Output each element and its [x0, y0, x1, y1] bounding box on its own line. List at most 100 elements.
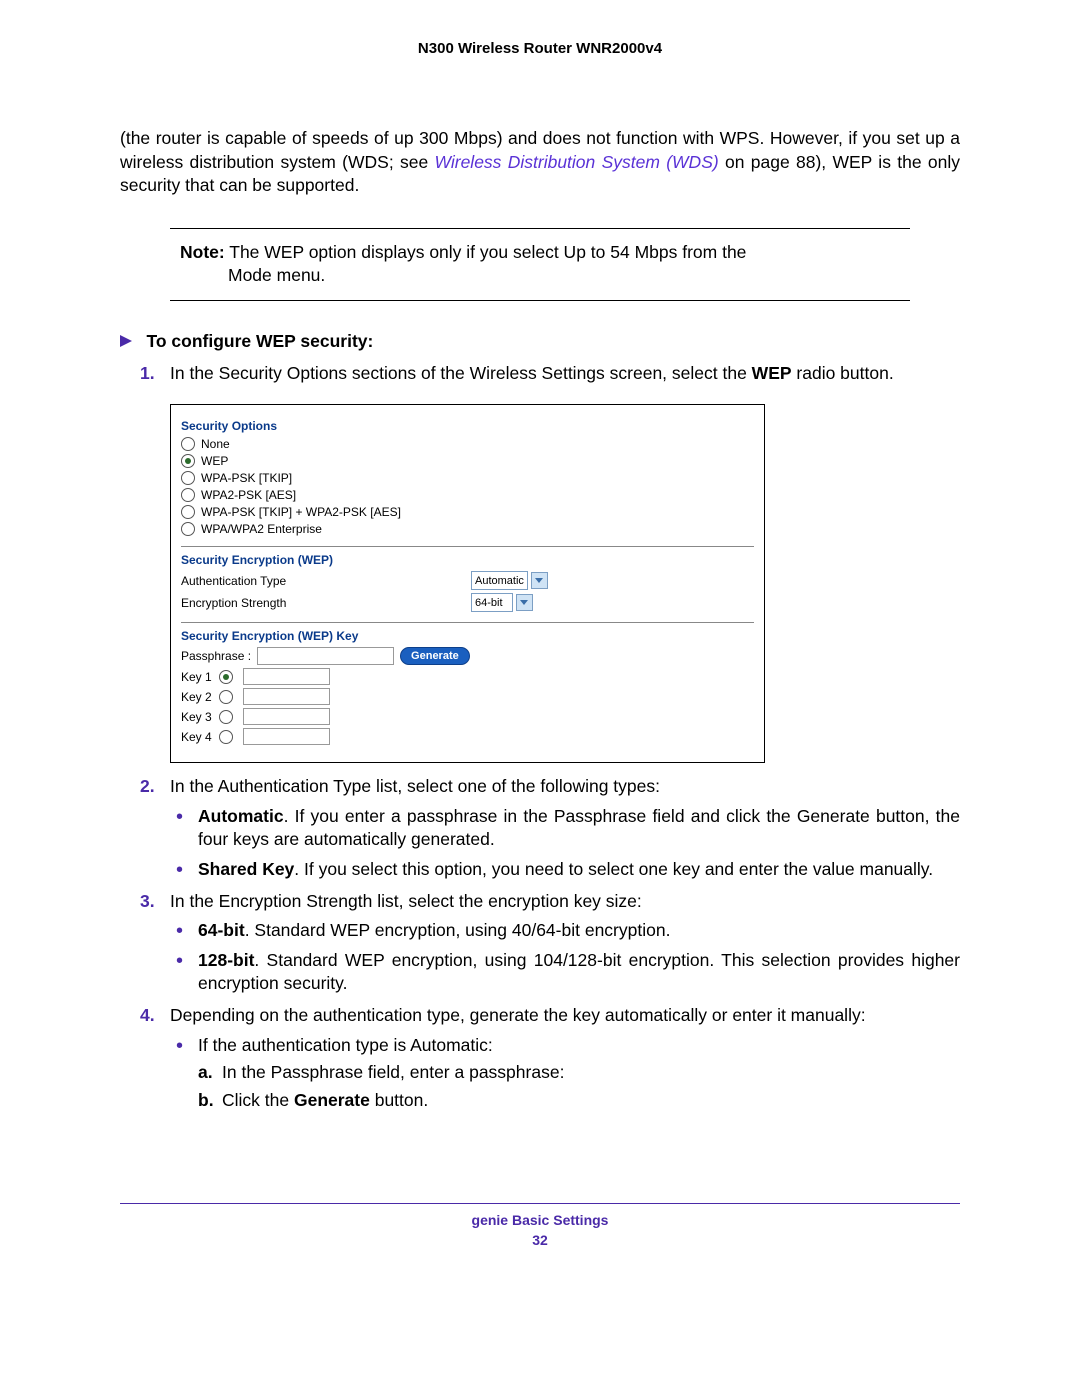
intro-paragraph: (the router is capable of speeds of up 3… [120, 127, 960, 198]
step3-bullet-64: • 64-bit. Standard WEP encryption, using… [120, 919, 960, 943]
step-3: 3. In the Encryption Strength list, sele… [120, 890, 960, 914]
security-options-panel: Security Options None WEP WPA-PSK [TKIP]… [170, 404, 765, 763]
key3-label: Key 3 [181, 710, 219, 724]
auth-type-row: Authentication Type Automatic [181, 571, 754, 590]
generate-button[interactable]: Generate [400, 647, 470, 665]
key2-input[interactable] [243, 688, 330, 705]
procedure-title: To configure WEP security: [146, 331, 373, 351]
note-block: Note: The WEP option displays only if yo… [170, 228, 910, 302]
procedure-header: To configure WEP security: [120, 331, 960, 352]
key4-label: Key 4 [181, 730, 219, 744]
bullet-icon: • [176, 951, 183, 971]
bullet-text: . Standard WEP encryption, using 40/64-b… [245, 920, 671, 940]
page-header-title: N300 Wireless Router WNR2000v4 [120, 40, 960, 57]
step2-bullet-automatic: • Automatic. If you enter a passphrase i… [120, 805, 960, 852]
passphrase-input[interactable] [257, 647, 394, 665]
security-options-title: Security Options [181, 419, 754, 433]
bullet-bold: Shared Key [198, 859, 294, 879]
bullet-bold: Automatic [198, 806, 284, 826]
key4-input[interactable] [243, 728, 330, 745]
bullet-icon: • [176, 807, 183, 827]
radio-wpa-mix[interactable]: WPA-PSK [TKIP] + WPA2-PSK [AES] [181, 505, 754, 519]
radio-icon [181, 437, 195, 451]
step1-text-a: In the Security Options sections of the … [170, 363, 752, 383]
letter-marker: a. [198, 1061, 213, 1085]
step3-bullet-128: • 128-bit. Standard WEP encryption, usin… [120, 949, 960, 996]
page-footer: genie Basic Settings 32 [120, 1203, 960, 1248]
radio-wpa-tkip[interactable]: WPA-PSK [TKIP] [181, 471, 754, 485]
bullet-text: . If you enter a passphrase in the Passp… [198, 806, 960, 850]
key1-input[interactable] [243, 668, 330, 685]
document-page: N300 Wireless Router WNR2000v4 (the rout… [0, 0, 1080, 1288]
separator [181, 622, 754, 623]
radio-icon[interactable] [219, 730, 233, 744]
radio-icon-selected[interactable] [219, 670, 233, 684]
radio-wep[interactable]: WEP [181, 454, 754, 468]
bullet-icon: • [176, 1036, 183, 1056]
note-label: Note: [180, 242, 225, 262]
sub-b-post: button. [370, 1090, 428, 1110]
key2-label: Key 2 [181, 690, 219, 704]
step-number: 4. [140, 1004, 155, 1028]
step-number: 3. [140, 890, 155, 914]
radio-label: WPA/WPA2 Enterprise [201, 522, 322, 536]
encryption-title: Security Encryption (WEP) [181, 553, 754, 567]
key4-row: Key 4 [181, 728, 754, 745]
note-cont: Mode menu. [228, 264, 900, 287]
procedure-arrow-icon [120, 335, 132, 347]
radio-icon [181, 488, 195, 502]
key1-row: Key 1 [181, 668, 754, 685]
step4-bullet-automatic: • If the authentication type is Automati… [120, 1034, 960, 1058]
step4-sub-a: a. In the Passphrase field, enter a pass… [120, 1061, 960, 1085]
step-4: 4. Depending on the authentication type,… [120, 1004, 960, 1028]
radio-label: WPA2-PSK [AES] [201, 488, 296, 502]
bullet-text: . If you select this option, you need to… [294, 859, 933, 879]
radio-label: None [201, 437, 230, 451]
radio-label: WEP [201, 454, 228, 468]
radio-icon[interactable] [219, 690, 233, 704]
radio-icon[interactable] [219, 710, 233, 724]
step-number: 2. [140, 775, 155, 799]
footer-page-number: 32 [120, 1232, 960, 1248]
radio-icon [181, 471, 195, 485]
radio-icon-selected [181, 454, 195, 468]
step2-text: In the Authentication Type list, select … [170, 776, 660, 796]
letter-marker: b. [198, 1089, 214, 1113]
passphrase-label: Passphrase : [181, 649, 251, 663]
step4-text: Depending on the authentication type, ge… [170, 1005, 866, 1025]
radio-label: WPA-PSK [TKIP] + WPA2-PSK [AES] [201, 505, 401, 519]
auth-type-label: Authentication Type [181, 574, 471, 588]
strength-label: Encryption Strength [181, 596, 471, 610]
sub-b-pre: Click the [222, 1090, 294, 1110]
key-title: Security Encryption (WEP) Key [181, 629, 754, 643]
strength-row: Encryption Strength 64-bit [181, 593, 754, 612]
key3-row: Key 3 [181, 708, 754, 725]
step1-wep: WEP [752, 363, 792, 383]
bullet-bold: 128-bit [198, 950, 254, 970]
radio-icon [181, 505, 195, 519]
separator [181, 546, 754, 547]
bullet-text: . Standard WEP encryption, using 104/128… [198, 950, 960, 994]
footer-section: genie Basic Settings [120, 1212, 960, 1228]
auth-type-select[interactable]: Automatic [471, 571, 528, 590]
chevron-down-icon[interactable] [516, 594, 533, 611]
bullet-text: If the authentication type is Automatic: [198, 1035, 493, 1055]
radio-enterprise[interactable]: WPA/WPA2 Enterprise [181, 522, 754, 536]
sub-a-text: In the Passphrase field, enter a passphr… [222, 1062, 564, 1082]
key1-label: Key 1 [181, 670, 219, 684]
step-number: 1. [140, 362, 155, 386]
key3-input[interactable] [243, 708, 330, 725]
passphrase-row: Passphrase : Generate [181, 647, 754, 665]
bullet-bold: 64-bit [198, 920, 245, 940]
chevron-down-icon[interactable] [531, 572, 548, 589]
note-text: The WEP option displays only if you sele… [225, 242, 747, 262]
step-2: 2. In the Authentication Type list, sele… [120, 775, 960, 799]
note-line: Note: The WEP option displays only if yo… [180, 241, 900, 264]
key2-row: Key 2 [181, 688, 754, 705]
wds-link[interactable]: Wireless Distribution System (WDS) [435, 152, 719, 172]
radio-none[interactable]: None [181, 437, 754, 451]
step3-text: In the Encryption Strength list, select … [170, 891, 642, 911]
strength-select[interactable]: 64-bit [471, 593, 513, 612]
step1-text-c: radio button. [792, 363, 894, 383]
radio-wpa2-aes[interactable]: WPA2-PSK [AES] [181, 488, 754, 502]
